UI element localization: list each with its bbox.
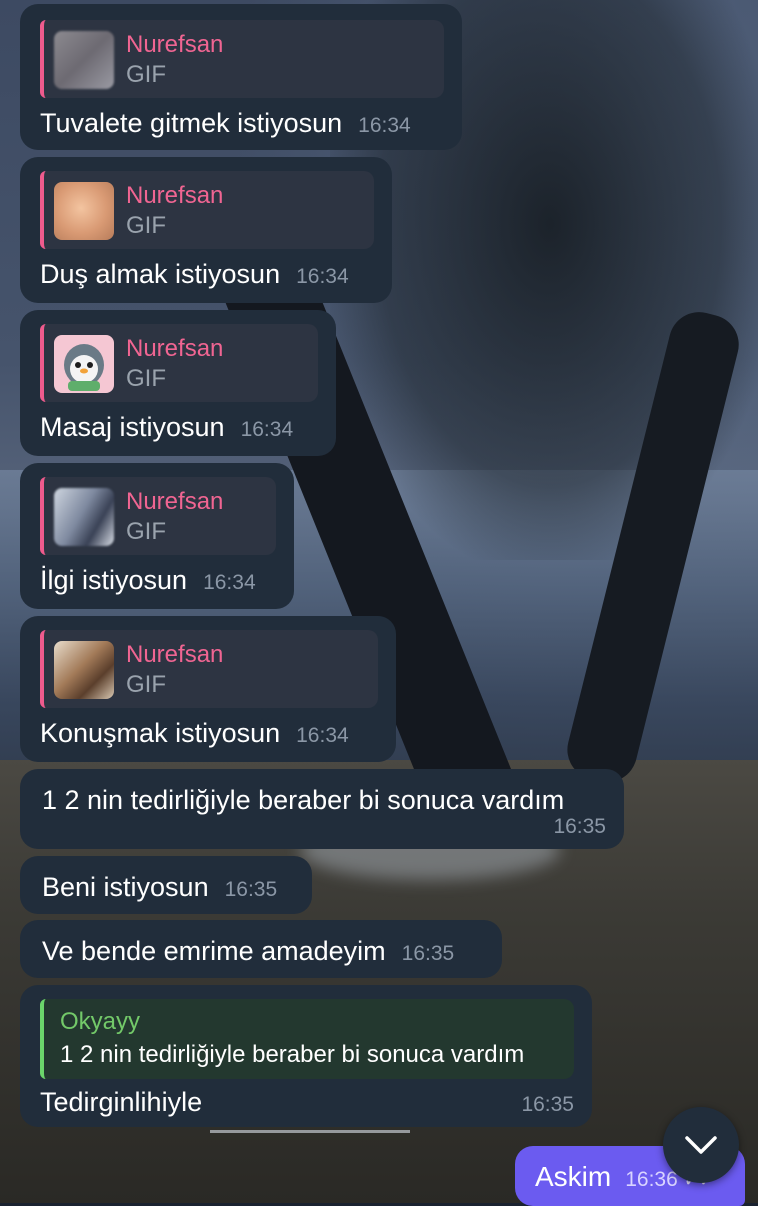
message-text: Ve bende emrime amadeyim — [42, 936, 386, 966]
gif-thumbnail — [54, 182, 114, 240]
message-bubble[interactable]: Nurefsan GIF Konuşmak istiyosun 16:34 — [20, 616, 396, 762]
message-time: 16:34 — [240, 418, 294, 441]
message-time: 16:35 — [521, 1093, 574, 1116]
reply-preview[interactable]: Okyayy 1 2 nin tedirliğiyle beraber bi s… — [40, 999, 574, 1079]
message-bubble[interactable]: Nurefsan GIF İlgi istiyosun 16:34 — [20, 463, 294, 609]
message-text: İlgi istiyosun — [40, 565, 188, 595]
message-text: Askim — [535, 1161, 612, 1192]
reply-preview[interactable]: Nurefsan GIF — [40, 171, 374, 249]
reply-author: Okyayy — [60, 1008, 141, 1035]
reply-preview[interactable]: Nurefsan GIF — [40, 477, 276, 555]
message-time: 16:34 — [358, 114, 411, 137]
message-text: Tedirginlihiyle — [40, 1087, 203, 1117]
message-text: Masaj istiyosun — [40, 412, 225, 442]
reply-media-type: GIF — [126, 61, 166, 88]
gif-thumbnail — [54, 641, 114, 699]
reply-media-type: GIF — [126, 212, 166, 239]
message-time: 16:35 — [224, 878, 278, 901]
reply-quote: 1 2 nin tedirliğiyle beraber bi sonuca v… — [60, 1041, 525, 1068]
message-bubble[interactable]: Beni istiyosun 16:35 — [20, 856, 312, 914]
reply-author: Nurefsan — [126, 335, 224, 362]
message-bubble[interactable]: Okyayy 1 2 nin tedirliğiyle beraber bi s… — [20, 985, 592, 1127]
reply-preview[interactable]: Nurefsan GIF — [40, 630, 378, 708]
reply-author: Nurefsan — [126, 31, 224, 58]
chevron-down-icon — [685, 1136, 717, 1154]
message-text: 1 2 nin tedirliğiyle beraber bi sonuca v… — [42, 785, 565, 815]
penguin-sticker-thumbnail — [54, 335, 114, 393]
message-bubble[interactable]: Ve bende emrime amadeyim 16:35 — [20, 920, 502, 978]
message-time: 16:36 — [625, 1168, 678, 1191]
message-text: Tuvalete gitmek istiyosun — [40, 108, 343, 138]
message-text: Beni istiyosun — [42, 872, 209, 902]
reply-author: Nurefsan — [126, 641, 224, 668]
gif-thumbnail — [54, 31, 114, 89]
message-bubble[interactable]: Nurefsan GIF Masaj istiyosun 16:34 — [20, 310, 336, 456]
reply-author: Nurefsan — [126, 488, 224, 515]
reply-media-type: GIF — [126, 671, 166, 698]
reply-preview[interactable]: Nurefsan GIF — [40, 20, 444, 98]
reply-author: Nurefsan — [126, 182, 224, 209]
message-time: 16:35 — [401, 942, 455, 965]
message-bubble[interactable]: Nurefsan GIF Duş almak istiyosun 16:34 — [20, 157, 392, 303]
message-text: Duş almak istiyosun — [40, 259, 281, 289]
message-bubble[interactable]: 1 2 nin tedirliğiyle beraber bi sonuca v… — [20, 769, 624, 849]
message-text: Konuşmak istiyosun — [40, 718, 281, 748]
message-time: 16:34 — [296, 724, 349, 747]
reply-media-type: GIF — [126, 365, 166, 392]
message-time: 16:34 — [296, 265, 349, 288]
scroll-to-bottom-button[interactable] — [663, 1107, 739, 1183]
message-time: 16:34 — [203, 571, 256, 594]
reply-media-type: GIF — [126, 518, 166, 545]
gif-thumbnail — [54, 488, 114, 546]
reply-preview[interactable]: Nurefsan GIF — [40, 324, 318, 402]
message-time: 16:35 — [553, 815, 606, 838]
message-bubble[interactable]: Nurefsan GIF Tuvalete gitmek istiyosun 1… — [20, 4, 462, 150]
